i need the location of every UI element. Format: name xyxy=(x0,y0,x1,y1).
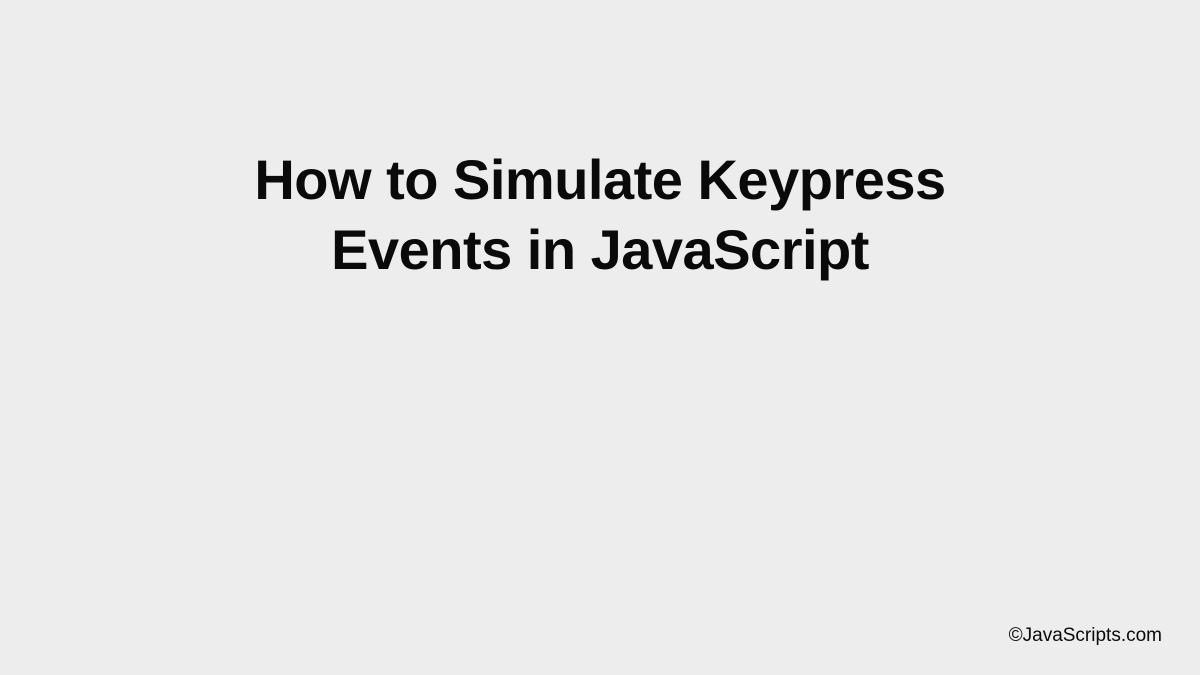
title-line-1: How to Simulate Keypress xyxy=(254,148,945,211)
title-container: How to Simulate Keypress Events in JavaS… xyxy=(0,145,1200,285)
title-line-2: Events in JavaScript xyxy=(331,218,869,281)
footer-attribution: ©JavaScripts.com xyxy=(1009,625,1162,647)
page-title: How to Simulate Keypress Events in JavaS… xyxy=(0,145,1200,285)
